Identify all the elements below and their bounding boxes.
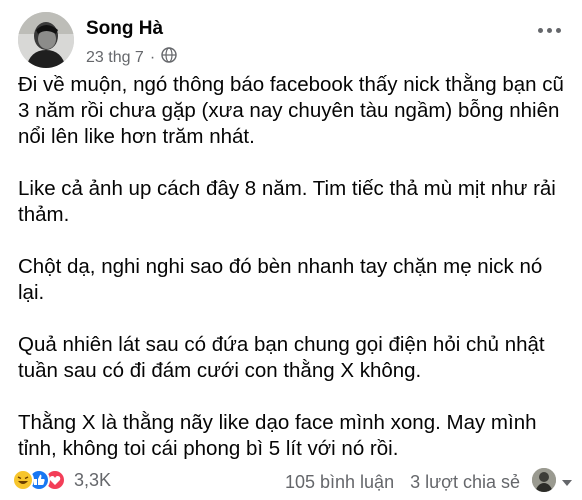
author-name[interactable]: Song Hà (86, 18, 163, 40)
author-avatar[interactable] (18, 12, 74, 68)
post-paragraph: Quả nhiên lát sau có đứa bạn chung gọi đ… (18, 333, 545, 382)
post-content: Đi về muộn, ngó thông báo facebook thấy … (18, 72, 566, 488)
facebook-post: Song Hà 23 thg 7 · Đi về muộn, ngó thông… (0, 0, 582, 500)
post-paragraph: Chột dạ, nghi nghi sao đó bèn nhanh tay … (18, 255, 543, 304)
post-paragraph: Thằng X là thằng nãy like dạo face mình … (18, 411, 537, 460)
post-footer: 3,3K 105 bình luận 3 lượt chia sẻ (0, 460, 582, 500)
post-stats: 105 bình luận 3 lượt chia sẻ (285, 472, 520, 493)
chevron-down-icon[interactable] (562, 474, 572, 492)
post-meta: 23 thg 7 · (86, 47, 177, 68)
haha-icon (12, 469, 34, 491)
reaction-count: 3,3K (74, 469, 112, 490)
post-paragraph: Like cả ảnh up cách đây 8 năm. Tim tiếc … (18, 177, 556, 226)
meta-separator: · (149, 48, 156, 66)
post-timestamp[interactable]: 23 thg 7 (86, 49, 144, 67)
globe-icon (161, 47, 177, 68)
viewer-avatar[interactable] (532, 468, 556, 492)
post-header: Song Hà 23 thg 7 · (18, 12, 564, 68)
reactions-summary[interactable]: 3,3K (12, 469, 111, 491)
comments-count[interactable]: 105 bình luận (285, 472, 394, 493)
shares-count[interactable]: 3 lượt chia sẻ (410, 472, 520, 493)
post-paragraph: Đi về muộn, ngó thông báo facebook thấy … (18, 73, 564, 148)
more-options-icon[interactable] (534, 20, 564, 40)
